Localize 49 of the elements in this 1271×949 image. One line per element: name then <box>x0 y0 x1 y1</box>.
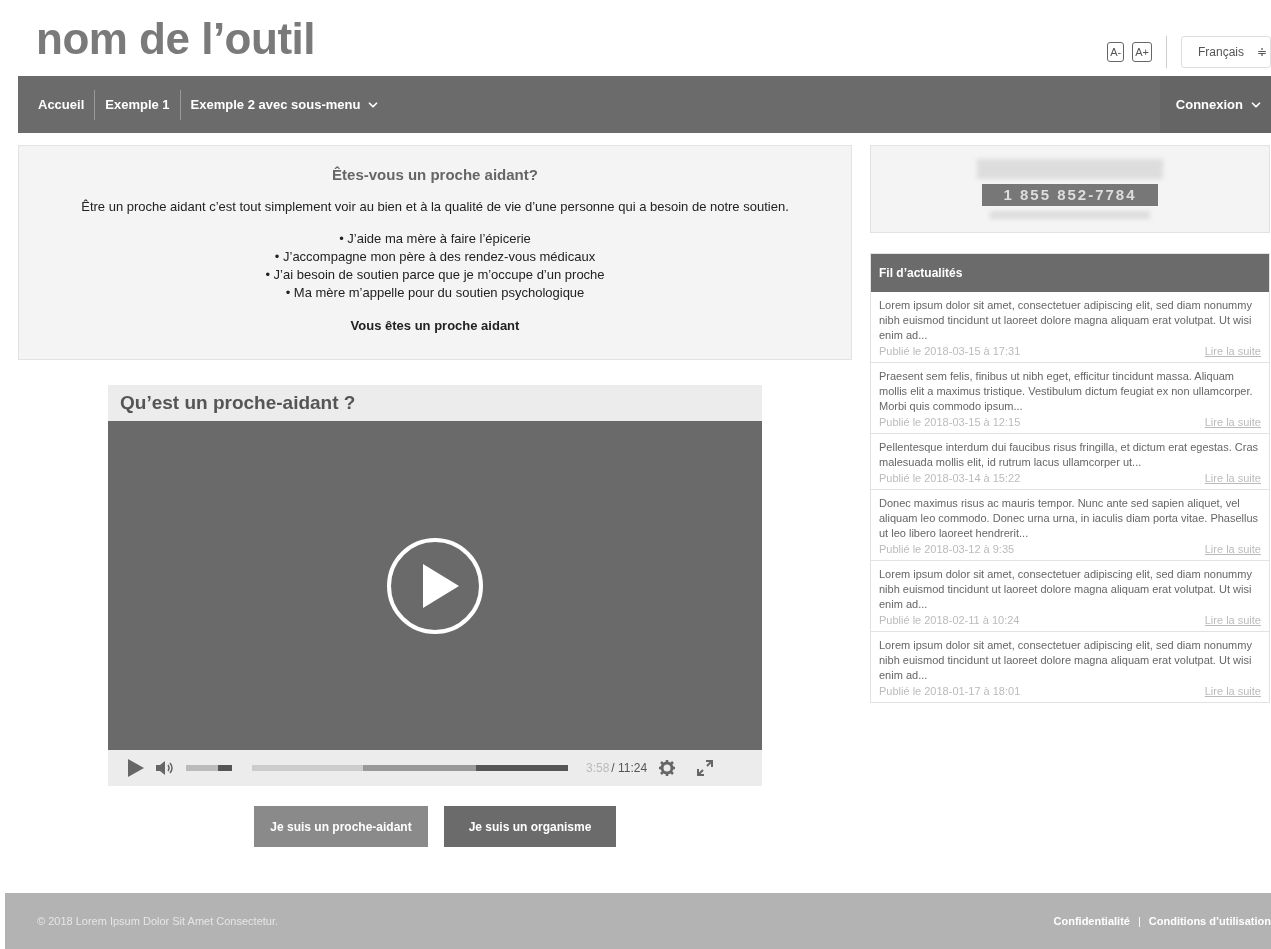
play-icon[interactable] <box>385 535 485 636</box>
nav-item[interactable]: Exemple 1 <box>94 89 180 120</box>
video-title: Qu’est un proche-aidant ? <box>108 385 762 421</box>
bullet-text: • Ma mère m’appelle pour du soutien psychologique <box>285 284 585 302</box>
news-date: Publié le 2018-02-11 à 10:24 <box>879 614 1020 626</box>
news-date: Publié le 2018-03-15 à 17:31 <box>879 345 1021 357</box>
role-button[interactable]: Je suis un proche-aidant <box>254 806 428 847</box>
read-more-link[interactable]: Lire la suite <box>1204 345 1261 357</box>
news-date: Publié le 2018-03-15 à 12:15 <box>879 416 1021 428</box>
language-select[interactable]: Français ≑ <box>1181 36 1271 68</box>
progress-bar[interactable] <box>252 765 568 771</box>
bullet-text: • J’aide ma mère à faire l’épicerie <box>339 230 531 248</box>
read-more-link[interactable]: Lire la suite <box>1204 614 1261 626</box>
news-text: Lorem ipsum dolor sit amet, consectetuer adipiscing elit, sed diam nonummy nibh euismod tincidunt ut laoreet dolore magna aliquam erat volutpat. Ut wisi enim ad... <box>879 567 1253 612</box>
news-date: Publié le 2018-03-14 à 15:22 <box>879 472 1021 484</box>
phone-number: 1 855 852-7784 <box>982 184 1158 206</box>
login-menu[interactable]: Connexion <box>1159 76 1271 133</box>
footer-link[interactable]: Confidentialité <box>1053 915 1130 927</box>
fullscreen-icon[interactable] <box>697 760 714 776</box>
font-size-button[interactable]: A+ <box>1132 42 1152 62</box>
bullet-text: • J’accompagne mon père à des rendez-vous médicaux <box>274 248 596 266</box>
news-text: Donec maximus risus ac mauris tempor. Nunc ante sed sapien aliquet, vel aliquam leo commodo. Donec urna urna, in iaculis diam porta vitae. Phasellus ut leo libero laoreet hendrerit... <box>879 496 1260 541</box>
read-more-link[interactable]: Lire la suite <box>1204 543 1261 555</box>
intro-title: Êtes-vous un proche aidant? <box>332 166 538 183</box>
conclusion-text: Vous êtes un proche aidant <box>350 318 520 333</box>
news-title: Fil d’actualités <box>871 254 1269 292</box>
news-text: Lorem ipsum dolor sit amet, consectetuer adipiscing elit, sed diam nonummy nibh euismod tincidunt ut laoreet dolore magna aliquam erat volutpat. Ut wisi enim ad... <box>879 638 1253 683</box>
read-more-link[interactable]: Lire la suite <box>1204 472 1261 484</box>
news-date: Publié le 2018-01-17 à 18:01 <box>879 685 1021 697</box>
news-text: Praesent sem felis, finibus ut nibh eget, efficitur tincidunt massa. Aliquam mollis elit a maximus tristique. Vestibulum dictum feugiat ex non ullamcorper. Morbi quis commodo ipsum... <box>879 369 1254 414</box>
role-button[interactable]: Je suis un organisme <box>444 806 616 847</box>
volume-slider[interactable] <box>186 765 232 771</box>
footer-link[interactable]: Conditions d’utilisation <box>1148 915 1271 927</box>
news-text: Lorem ipsum dolor sit amet, consectetuer adipiscing elit, sed diam nonummy nibh euismod tincidunt ut laoreet dolore magna aliquam erat volutpat. Ut wisi enim ad... <box>879 298 1253 343</box>
bullet-text: • J’ai besoin de soutien parce que je m’occupe d’un proche <box>265 266 605 284</box>
volume-icon[interactable] <box>156 761 174 775</box>
nav-item[interactable]: Accueil <box>28 89 95 120</box>
font-size-button[interactable]: A- <box>1107 42 1125 62</box>
site-title: nom de l’outil <box>36 14 315 64</box>
read-more-link[interactable]: Lire la suite <box>1204 416 1261 428</box>
read-more-link[interactable]: Lire la suite <box>1204 685 1261 697</box>
play-icon[interactable] <box>128 759 144 777</box>
intro-text: Être un proche aidant c’est tout simplement voir au bien et à la qualité de vie d’une personne qui a besoin de notre soutien. <box>81 199 789 214</box>
settings-icon[interactable] <box>659 760 676 776</box>
total-time: / 11:24 <box>611 761 648 775</box>
news-text: Pellentesque interdum dui faucibus risus fringilla, et dictum erat egestas. Cras malesuada mollis elit, id rutrum lacus ullamcorper ut... <box>879 440 1260 470</box>
footer-separator: | <box>1137 915 1141 927</box>
news-date: Publié le 2018-03-12 à 9:35 <box>879 543 1015 555</box>
nav-item[interactable]: Exemple 2 avec sous-menu <box>179 89 391 120</box>
